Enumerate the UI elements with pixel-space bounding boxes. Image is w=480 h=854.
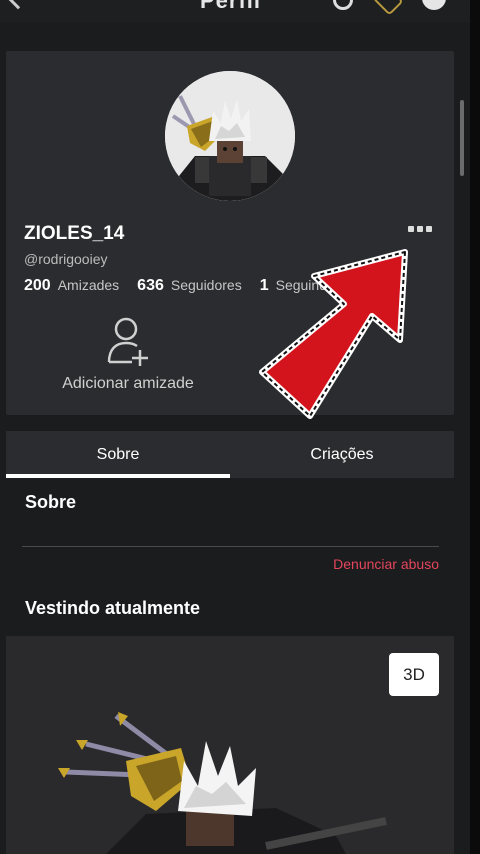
more-options-icon[interactable] (408, 226, 434, 236)
followers-count[interactable]: 636 (137, 277, 164, 295)
avatar-preview-panel[interactable]: 3D (6, 636, 454, 854)
divider (22, 546, 439, 547)
tab-criacoes[interactable]: Criações (230, 431, 454, 478)
robux-icon[interactable] (372, 0, 404, 16)
add-friend-label: Adicionar amizade (62, 375, 194, 392)
view-3d-button[interactable]: 3D (389, 653, 439, 696)
username-handle: @rodrigooiey (24, 251, 108, 267)
about-title: Sobre (25, 492, 77, 512)
back-icon[interactable] (6, 0, 30, 10)
add-friend-button[interactable]: Adicionar amizade (48, 316, 208, 393)
search-icon[interactable] (333, 0, 353, 10)
scrollbar-thumb[interactable] (460, 100, 464, 176)
tab-sobre[interactable]: Sobre (6, 431, 230, 478)
followers-label[interactable]: Seguidores (171, 277, 242, 293)
top-bar: Perfil (0, 0, 480, 22)
friends-label[interactable]: Amizades (58, 277, 119, 293)
red-arrow-annotation (259, 249, 408, 419)
avatar-3d-preview (58, 712, 387, 854)
report-abuse-link[interactable]: Denunciar abuso (333, 556, 439, 572)
friends-count[interactable]: 200 (24, 277, 51, 295)
profile-tabs: Sobre Criações (6, 431, 454, 478)
avatar[interactable] (165, 71, 295, 201)
add-friend-icon (107, 317, 148, 366)
settings-icon[interactable] (422, 0, 446, 10)
page-title: Perfil (200, 0, 262, 13)
wearing-title: Vestindo atualmente (25, 598, 201, 618)
avatar-image (165, 71, 295, 201)
display-name: ZIOLES_14 (24, 223, 125, 244)
scrollbar-track (470, 0, 480, 854)
